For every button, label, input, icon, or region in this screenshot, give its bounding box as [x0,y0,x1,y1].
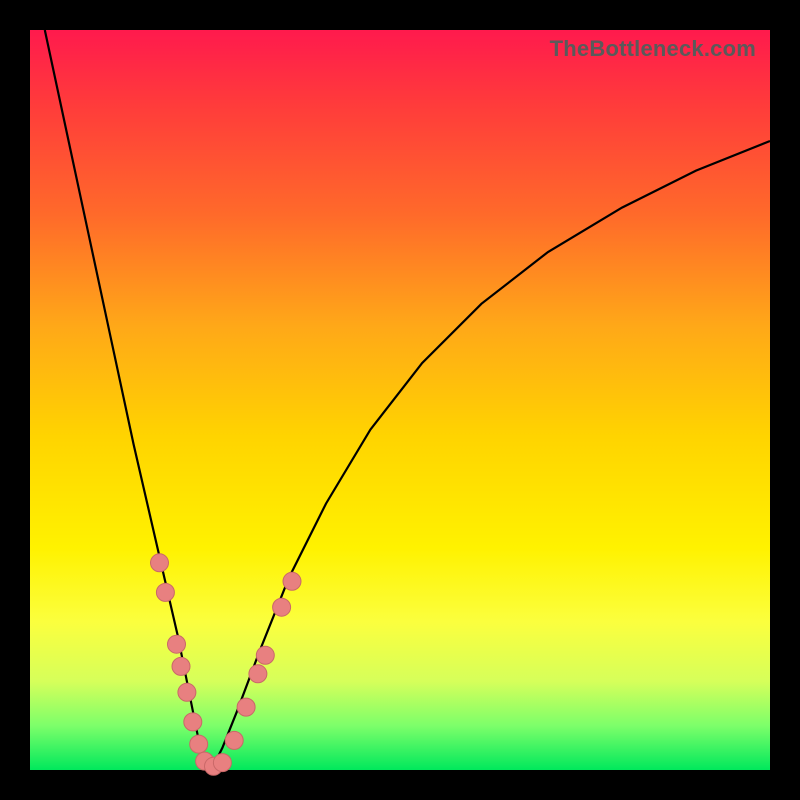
data-marker [237,698,255,716]
bottleneck-curve [45,30,770,770]
data-marker [213,754,231,772]
marker-group [151,554,302,776]
data-marker [151,554,169,572]
data-marker [283,572,301,590]
data-marker [178,683,196,701]
data-marker [256,646,274,664]
plot-area: TheBottleneck.com [30,30,770,770]
data-marker [172,657,190,675]
data-marker [156,583,174,601]
data-marker [273,598,291,616]
chart-frame: TheBottleneck.com [0,0,800,800]
data-marker [168,635,186,653]
data-marker [249,665,267,683]
data-marker [190,735,208,753]
chart-svg [30,30,770,770]
data-marker [184,713,202,731]
data-marker [225,731,243,749]
